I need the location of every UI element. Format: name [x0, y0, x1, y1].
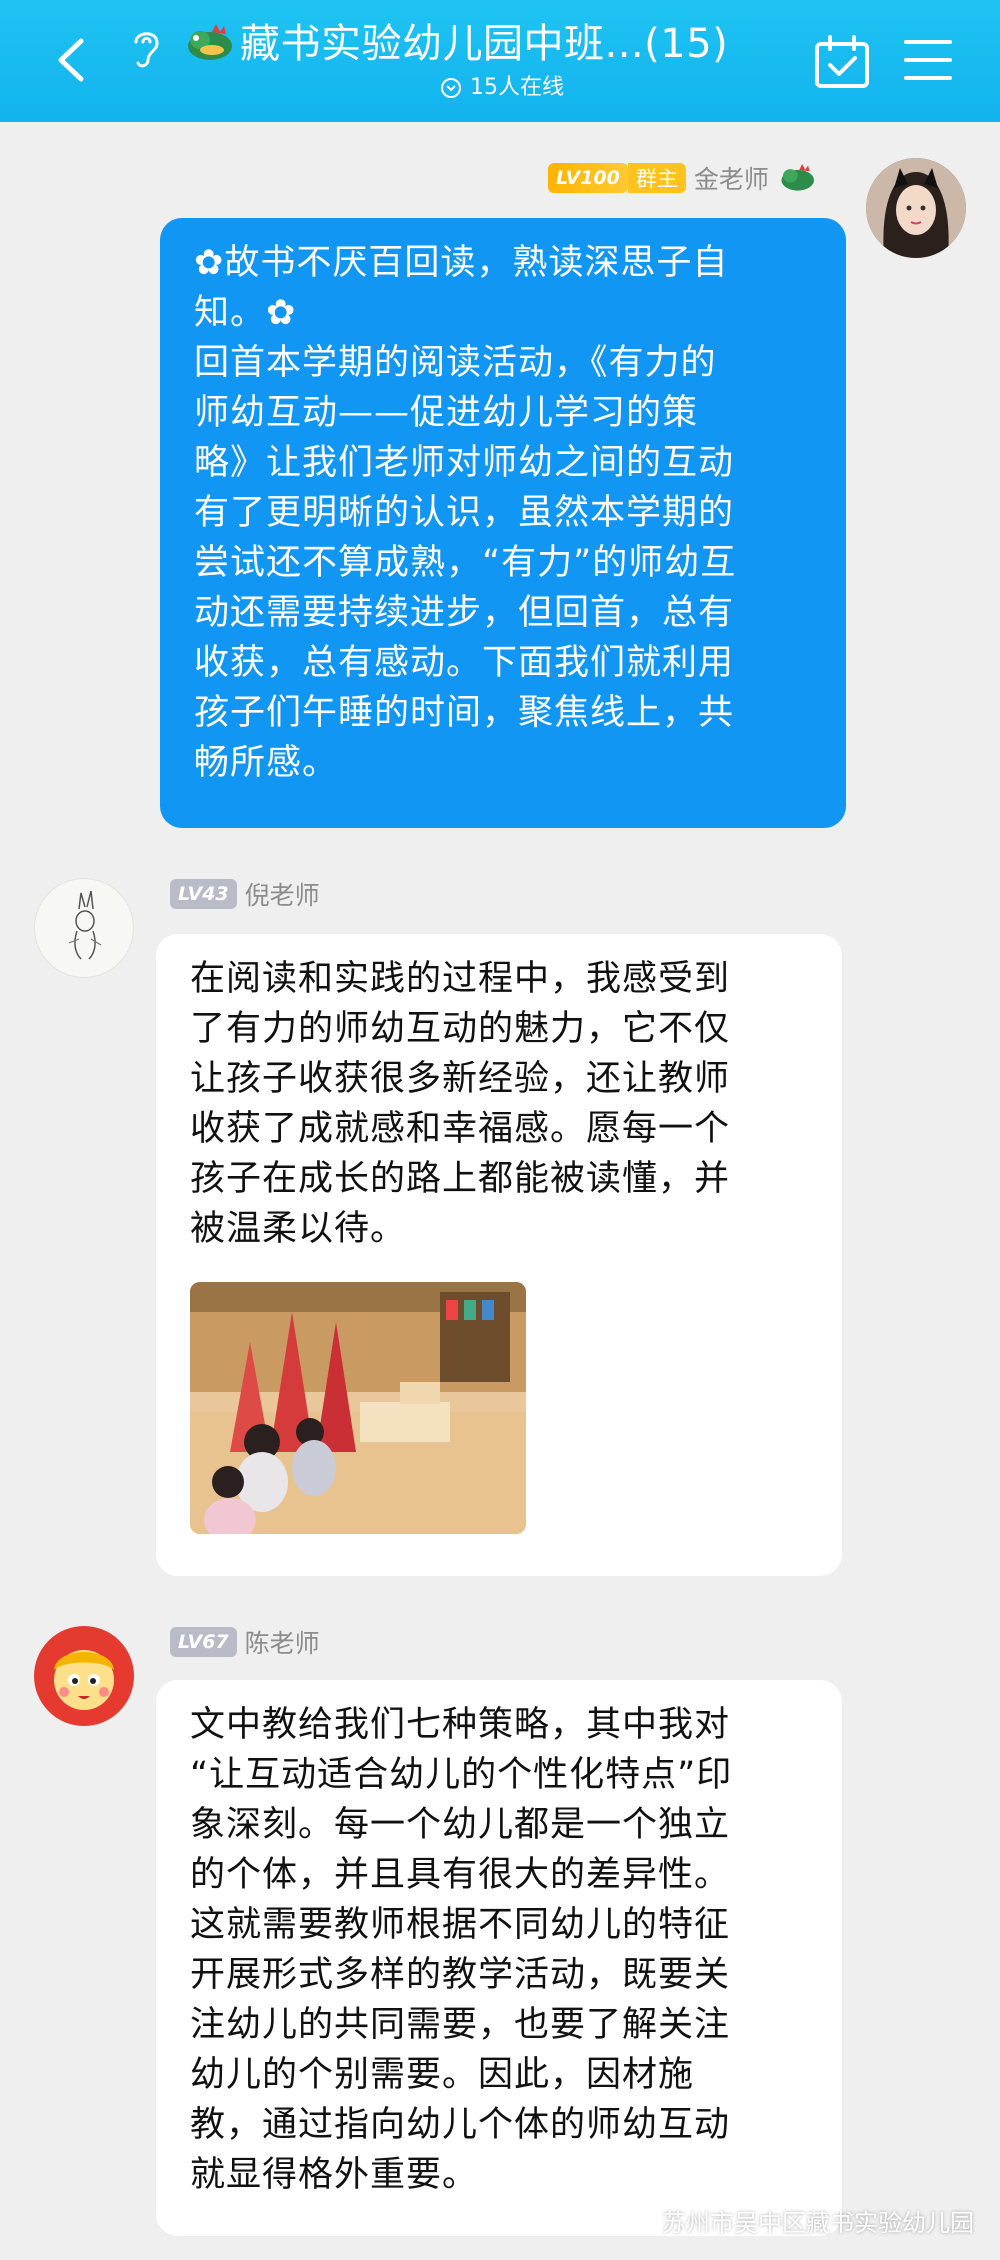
message-bubble[interactable]: 文中教给我们七种策略，其中我对 “让互动适合幼儿的个性化特点”印 象深刻。每一个… [156, 1680, 842, 2236]
message-line: 收获了成就感和幸福感。愿每一个 [190, 1109, 731, 1149]
message-line: 畅所感。 [194, 743, 339, 783]
back-arrow-icon [58, 38, 84, 82]
message-line: 回首本学期的阅读活动，《有力的 [194, 343, 717, 383]
menu-icon[interactable] [900, 34, 956, 86]
message-line: 尝试还不算成熟，“有力”的师幼互 [194, 543, 737, 583]
teacher-photo-avatar [866, 158, 966, 258]
group-owner-tag: 群主 [627, 163, 686, 193]
sender-name: 陈老师 [244, 1629, 320, 1658]
message-line: “让互动适合幼儿的个性化特点”印 [190, 1755, 733, 1795]
level-badge: LV67 [170, 1627, 237, 1657]
avatar-ni[interactable] [34, 878, 134, 978]
back-button[interactable] [40, 30, 100, 90]
cartoon-girl-avatar [34, 1626, 134, 1726]
message-line: 教，通过指向幼儿个体的师幼互动 [190, 2105, 731, 2145]
watermark-text: 苏州市吴中区藏书实验幼儿园 [662, 2208, 974, 2237]
message-line: 被温柔以待。 [190, 1209, 407, 1249]
chat-header: 藏书实验幼儿园中班...(15) 15人在线 [0, 0, 1000, 122]
message-line: 在阅读和实践的过程中，我感受到 [190, 959, 731, 999]
level-badge: LV43 [170, 879, 237, 909]
ear-icon[interactable] [128, 26, 164, 70]
sketch-rabbit-avatar [68, 890, 102, 960]
online-status: 15人在线 [440, 72, 564, 104]
message-line: 收获，总有感动。下面我们就利用 [194, 643, 735, 683]
chevron-circle-down-icon[interactable] [440, 77, 462, 99]
message-line: 孩子们午睡的时间，聚焦线上，共 [194, 693, 735, 733]
wechat-icon [614, 2206, 650, 2233]
sender-name: 金老师 [693, 165, 769, 194]
watermark: 苏州市吴中区藏书实验幼儿园 [612, 2200, 974, 2240]
message-line: 了有力的师幼互动的魅力，它不仅 [190, 1009, 731, 1049]
message-line: 让孩子收获很多新经验，还让教师 [190, 1059, 731, 1099]
message-line: 动还需要持续进步，但回首，总有 [194, 593, 735, 633]
online-count: 15人在线 [470, 75, 564, 100]
avatar-chen[interactable] [34, 1626, 134, 1726]
message-line: 文中教给我们七种策略，其中我对 [190, 1705, 731, 1745]
sender-name: 倪老师 [244, 881, 320, 910]
message-line: 这就需要教师根据不同幼儿的特征 [190, 1905, 731, 1945]
message-line: 注幼儿的共同需要，也要了解关注 [190, 2005, 731, 2045]
classroom-photo[interactable] [190, 1282, 526, 1534]
sender-info-jin: LV100 群主 金老师 [548, 160, 817, 196]
classroom-photo-image [190, 1282, 526, 1534]
sender-info-ni: LV43 倪老师 [170, 876, 320, 912]
message-line: 幼儿的个别需要。因此，因材施 [190, 2055, 695, 2095]
message-line: 师幼互动——促进幼儿学习的策 [194, 393, 699, 433]
message-line: 有了更明晰的认识，虽然本学期的 [194, 493, 735, 533]
message-line: 象深刻。每一个幼儿都是一个独立 [190, 1805, 731, 1845]
message-line: 知。✿ [194, 293, 297, 333]
message-line: 的个体，并且具有很大的差异性。 [190, 1855, 731, 1895]
message-bubble[interactable]: ✿故书不厌百回读，熟读深思子自 知。✿ 回首本学期的阅读活动，《有力的 师幼互动… [160, 218, 846, 828]
message-line: 开展形式多样的教学活动，既要关 [190, 1955, 731, 1995]
calendar-check-icon[interactable] [812, 34, 872, 90]
message-line: 就显得格外重要。 [190, 2155, 479, 2195]
dragon-emoji-icon [781, 163, 814, 191]
level-badge: LV100 [548, 163, 628, 193]
chat-title: 藏书实验幼儿园中班...(15) [240, 21, 729, 67]
message-line: 孩子在成长的路上都能被读懂，并 [190, 1159, 731, 1199]
sender-info-chen: LV67 陈老师 [170, 1624, 320, 1660]
avatar-jin[interactable] [866, 158, 966, 258]
dragon-emoji-icon [188, 24, 232, 60]
message-line: ✿故书不厌百回读，熟读深思子自 [194, 243, 729, 283]
message-line: 略》让我们老师对师幼之间的互动 [194, 443, 735, 483]
